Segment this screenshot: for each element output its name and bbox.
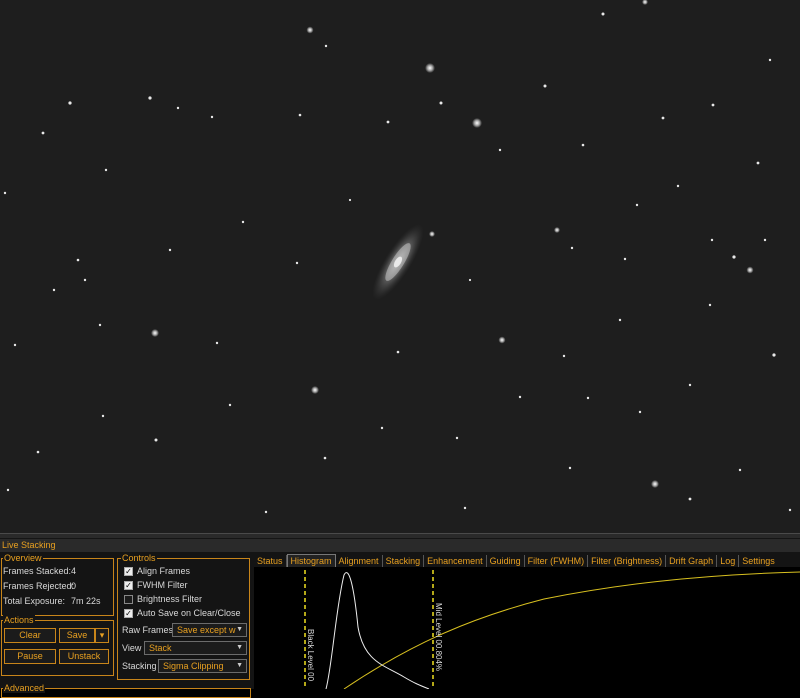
pause-button[interactable]: Pause <box>4 649 56 664</box>
stacking-value: Sigma Clipping <box>163 661 224 671</box>
histogram-view[interactable]: Black Level 00 Mid Level 00.804% <box>254 567 800 689</box>
controls-label: Controls <box>121 553 157 563</box>
raw-frames-value: Save except w <box>177 625 236 635</box>
auto-save-checkbox[interactable]: ✓ <box>124 609 133 618</box>
save-button[interactable]: Save <box>59 628 95 643</box>
frames-stacked-value: 4 <box>71 566 77 576</box>
raw-frames-select[interactable]: Save except w ▼ <box>172 623 247 637</box>
stacking-label: Stacking <box>122 661 157 671</box>
auto-save-label: Auto Save on Clear/Close <box>137 608 241 618</box>
align-frames-checkbox[interactable]: ✓ <box>124 567 133 576</box>
advanced-label[interactable]: Advanced <box>3 683 46 693</box>
histogram-curve <box>325 572 430 689</box>
frames-rejected-label: Frames Rejected: <box>3 581 75 591</box>
panel-title: Live Stacking <box>0 539 800 552</box>
stacking-select[interactable]: Sigma Clipping ▼ <box>158 659 247 673</box>
tab-strip: Status Histogram Alignment Stacking Enhancem… <box>254 554 778 568</box>
stacked-image-view[interactable] <box>0 0 800 533</box>
total-exposure-value: 7m 22s <box>71 596 101 606</box>
black-level-label: Black Level 00 <box>306 629 315 682</box>
brightness-filter-checkbox[interactable] <box>124 595 133 604</box>
fwhm-filter-checkbox[interactable]: ✓ <box>124 581 133 590</box>
chevron-down-icon: ▼ <box>236 644 243 651</box>
fwhm-filter-label: FWHM Filter <box>137 580 188 590</box>
clear-button[interactable]: Clear <box>4 628 56 643</box>
overview-label: Overview <box>3 553 43 563</box>
live-stacking-panel: Live Stacking Overview Frames Stacked: 4… <box>0 539 800 698</box>
chevron-down-icon: ▼ <box>236 662 243 669</box>
view-value: Stack <box>149 643 172 653</box>
unstack-button[interactable]: Unstack <box>59 649 109 664</box>
star-field <box>0 0 800 533</box>
save-dropdown-button[interactable]: ▾ <box>95 628 109 643</box>
chevron-down-icon: ▼ <box>236 626 243 633</box>
mid-level-label: Mid Level 00.804% <box>434 603 443 672</box>
view-select[interactable]: Stack ▼ <box>144 641 247 655</box>
frames-rejected-value: 0 <box>71 581 77 591</box>
actions-label: Actions <box>3 615 35 625</box>
transfer-curve <box>343 571 800 689</box>
view-label: View <box>122 643 142 653</box>
total-exposure-label: Total Exposure: <box>3 596 66 606</box>
histogram-chart <box>304 570 800 689</box>
frames-stacked-label: Frames Stacked: <box>3 566 72 576</box>
raw-frames-label: Raw Frames <box>122 625 174 635</box>
align-frames-label: Align Frames <box>137 566 191 576</box>
tab-histogram[interactable]: Histogram <box>286 554 336 567</box>
brightness-filter-label: Brightness Filter <box>137 594 203 604</box>
